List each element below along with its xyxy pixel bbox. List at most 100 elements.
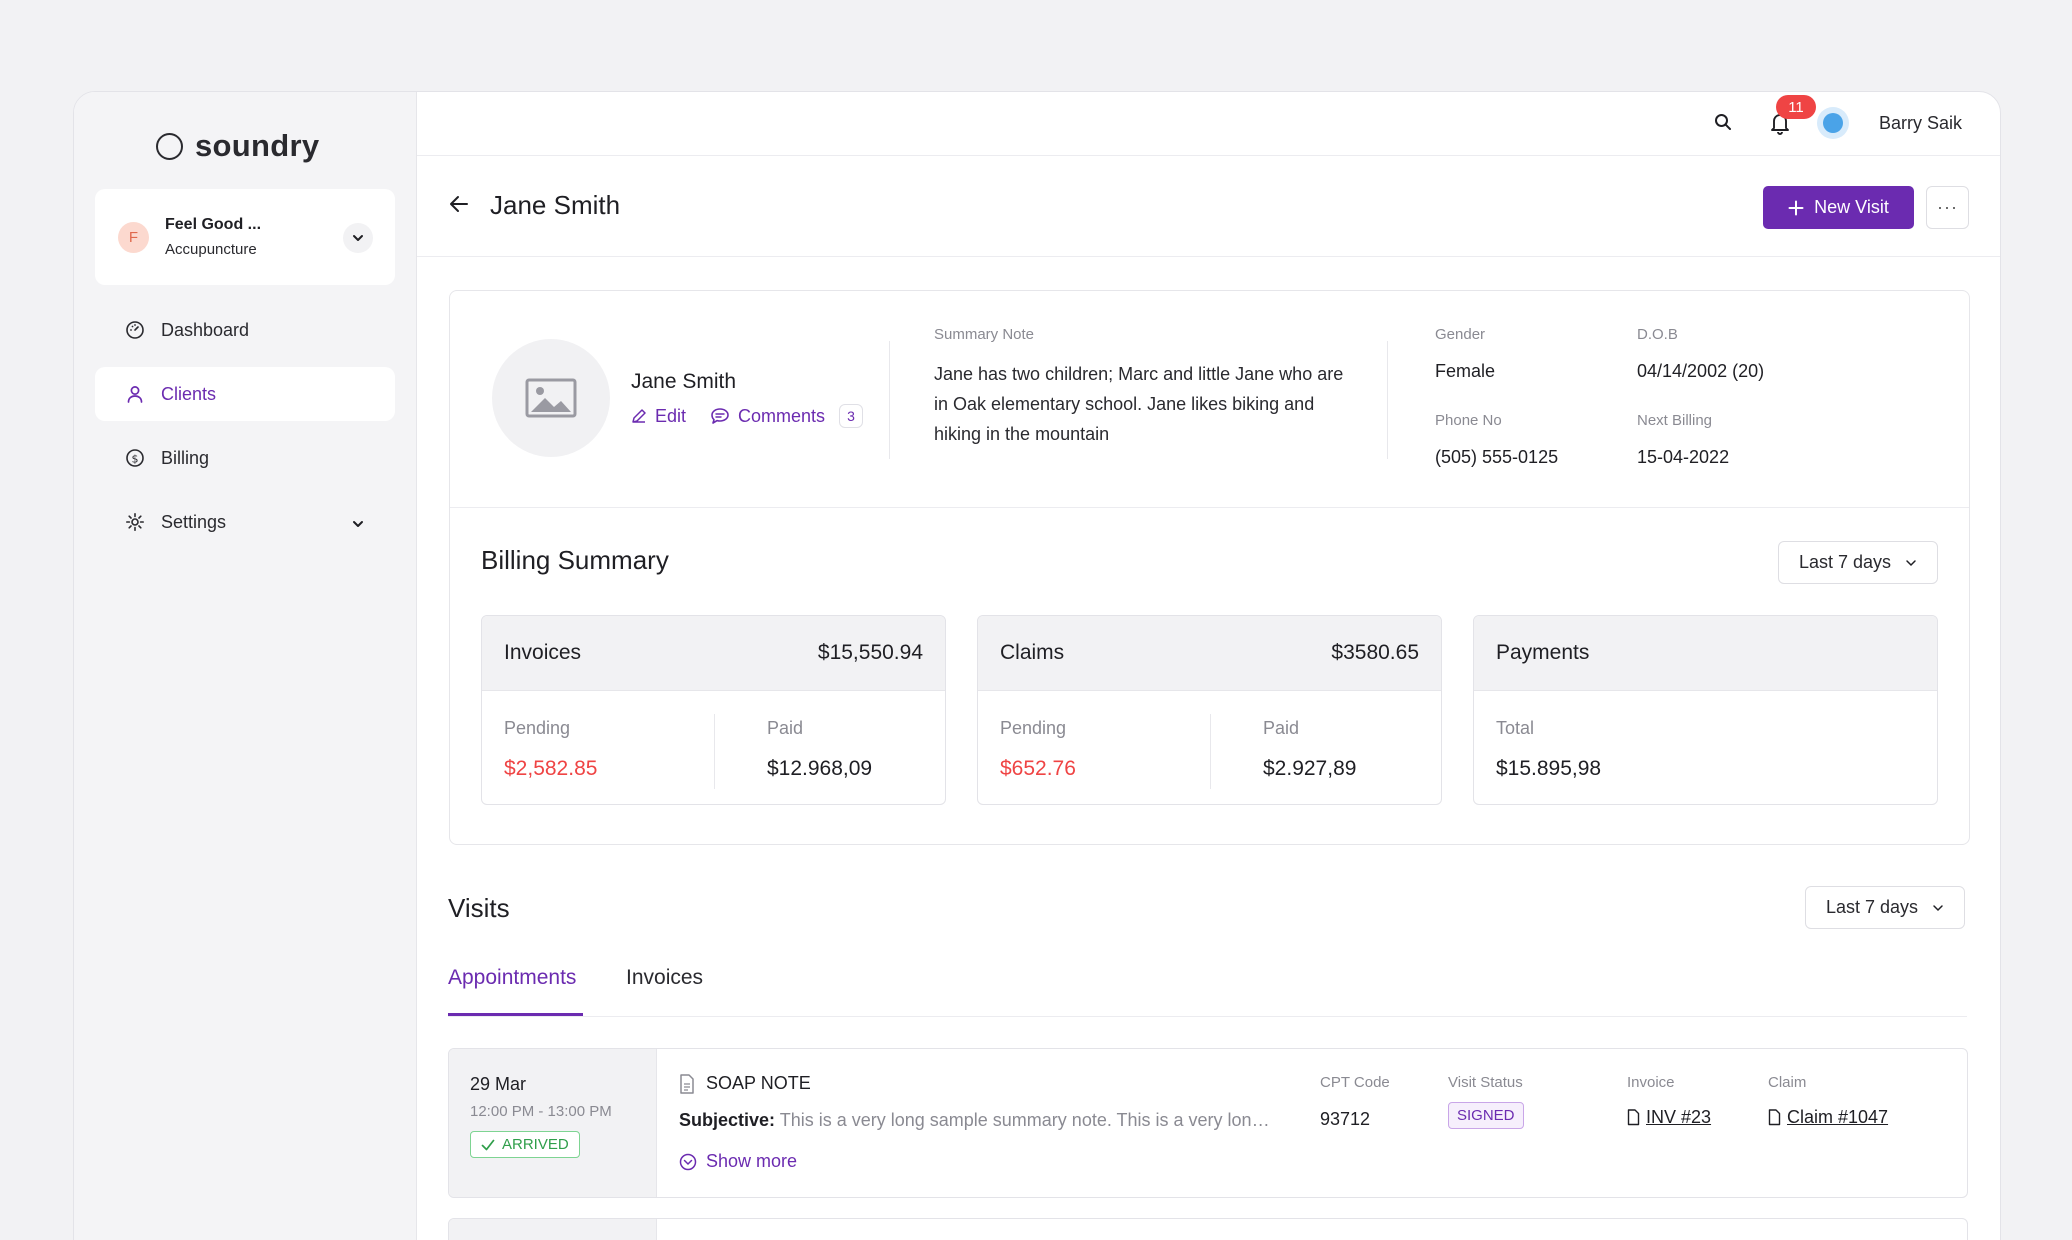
pending-label: Pending — [1000, 718, 1067, 738]
visit-note-type: SOAP NOTE — [679, 1073, 811, 1094]
invoice-link[interactable]: INV #23 — [1627, 1107, 1711, 1128]
dob-value: 04/14/2002 (20) — [1637, 361, 1765, 381]
org-subtitle: Accupuncture — [165, 241, 257, 258]
tile-title: Payments — [1496, 641, 1590, 664]
arrived-badge: ARRIVED — [470, 1131, 580, 1158]
paid-value: $12.968,09 — [767, 757, 873, 780]
tile-title: Invoices — [504, 641, 582, 664]
logo-circle-icon — [156, 132, 183, 160]
pencil-icon — [632, 409, 646, 423]
user-name[interactable]: Barry Saik — [1879, 113, 1962, 134]
search-icon[interactable] — [1713, 112, 1733, 137]
summary-note-label: Summary Note — [934, 326, 1035, 343]
tab-appointments[interactable]: Appointments — [448, 966, 576, 990]
more-options-button[interactable]: ··· — [1926, 186, 1969, 229]
gender-label: Gender — [1435, 326, 1486, 343]
new-visit-button[interactable]: New Visit — [1763, 186, 1914, 229]
visit-subjective: Subjective: This is a very long sample s… — [679, 1110, 1274, 1130]
payments-tile[interactable]: Payments Total $15.895,98 — [1473, 615, 1938, 805]
sidebar-item-label: Billing — [161, 447, 210, 468]
paid-label: Paid — [1263, 718, 1300, 738]
total-value: $15.895,98 — [1496, 757, 1602, 780]
topbar: 11 Barry Saik — [417, 92, 2000, 156]
visit-date-panel — [449, 1219, 657, 1240]
pending-value: $652.76 — [1000, 757, 1076, 780]
sidebar-item-clients[interactable]: Clients — [95, 367, 395, 421]
visits-range-select[interactable]: Last 7 days — [1805, 886, 1966, 929]
next-billing-value: 15-04-2022 — [1637, 447, 1730, 467]
document-icon — [1768, 1109, 1781, 1126]
visit-row[interactable]: 29 Mar 12:00 PM - 13:00 PM ARRIVED SOAP … — [448, 1048, 1968, 1198]
invoice-label: Invoice — [1627, 1074, 1675, 1091]
image-placeholder-icon — [525, 378, 577, 418]
dollar-circle-icon: $ — [125, 448, 145, 468]
divider — [889, 341, 890, 459]
document-icon — [1627, 1109, 1640, 1126]
sidebar-item-dashboard[interactable]: Dashboard — [95, 303, 395, 357]
gender-value: Female — [1435, 361, 1496, 381]
billing-range-value: Last 7 days — [1798, 552, 1891, 572]
tile-title: Claims — [1000, 641, 1065, 664]
comments-count-badge: 3 — [839, 404, 863, 428]
visits-tabs: Appointments Invoices — [448, 963, 1967, 1017]
profile-section: Jane Smith Edit Comments 3 Summary Note … — [450, 291, 1969, 508]
billing-summary-title: Billing Summary — [481, 545, 669, 575]
pending-label: Pending — [504, 718, 571, 738]
visit-status-label: Visit Status — [1448, 1074, 1523, 1091]
visit-time: 12:00 PM - 13:00 PM — [470, 1103, 612, 1120]
sidebar-item-billing[interactable]: $ Billing — [95, 431, 395, 485]
cpt-value: 93712 — [1320, 1109, 1371, 1129]
page-header: Jane Smith New Visit ··· — [417, 156, 2000, 257]
divider — [1387, 341, 1388, 459]
brand-logo[interactable]: soundry — [156, 128, 319, 164]
org-switcher[interactable]: F Feel Good ... Accupuncture — [95, 189, 395, 285]
user-avatar[interactable] — [1817, 107, 1849, 139]
comments-button[interactable]: Comments 3 — [710, 404, 863, 428]
active-tab-indicator — [448, 1013, 583, 1016]
chevron-down-icon — [1933, 904, 1943, 911]
org-name: Feel Good ... — [165, 216, 262, 233]
check-icon — [481, 1139, 495, 1150]
chevron-circle-down-icon — [679, 1153, 697, 1170]
gauge-icon — [125, 320, 145, 340]
tab-invoices[interactable]: Invoices — [626, 966, 703, 990]
notification-badge: 11 — [1776, 95, 1816, 119]
claims-tile[interactable]: Claims $3580.65 Pending $652.76 Paid $2.… — [977, 615, 1442, 805]
show-more-button[interactable]: Show more — [679, 1151, 797, 1172]
page-title: Jane Smith — [490, 190, 621, 220]
next-billing-label: Next Billing — [1637, 412, 1713, 429]
visit-date: 29 Mar — [470, 1074, 527, 1094]
org-avatar: F — [118, 222, 149, 253]
pending-value: $2,582.85 — [504, 757, 598, 780]
sidebar-item-label: Clients — [161, 383, 217, 404]
chevron-down-icon — [1906, 559, 1916, 566]
billing-range-select[interactable]: Last 7 days — [1777, 541, 1938, 584]
client-avatar — [492, 339, 610, 457]
tile-total: $15,550.94 — [817, 641, 923, 664]
paid-value: $2.927,89 — [1263, 757, 1357, 780]
visit-row[interactable] — [448, 1218, 1968, 1240]
user-icon — [125, 384, 145, 404]
profile-actions: Edit Comments 3 — [631, 404, 863, 428]
client-card: Jane Smith Edit Comments 3 Summary Note … — [449, 290, 1970, 845]
edit-button[interactable]: Edit — [631, 406, 686, 427]
chevron-down-icon[interactable] — [351, 515, 365, 536]
dob-label: D.O.B — [1637, 326, 1678, 343]
arrow-left-icon[interactable] — [448, 193, 470, 220]
total-label: Total — [1496, 718, 1535, 738]
phone-label: Phone No — [1435, 412, 1502, 429]
sidebar: soundry F Feel Good ... Accupuncture Das… — [74, 92, 417, 1240]
invoices-tile[interactable]: Invoices $15,550.94 Pending $2,582.85 Pa… — [481, 615, 946, 805]
summary-note: Jane has two children; Marc and little J… — [934, 364, 1344, 444]
chevron-down-icon[interactable] — [343, 223, 373, 253]
new-visit-label: New Visit — [1814, 197, 1889, 217]
phone-value: (505) 555-0125 — [1435, 447, 1559, 467]
plus-icon — [1788, 200, 1804, 215]
edit-label: Edit — [655, 405, 687, 426]
sidebar-item-settings[interactable]: Settings — [95, 495, 395, 549]
claim-link[interactable]: Claim #1047 — [1768, 1107, 1888, 1128]
chat-bubble-icon — [711, 408, 729, 424]
sidebar-item-label: Dashboard — [161, 319, 250, 340]
client-name: Jane Smith — [631, 370, 737, 393]
cpt-label: CPT Code — [1320, 1074, 1390, 1091]
